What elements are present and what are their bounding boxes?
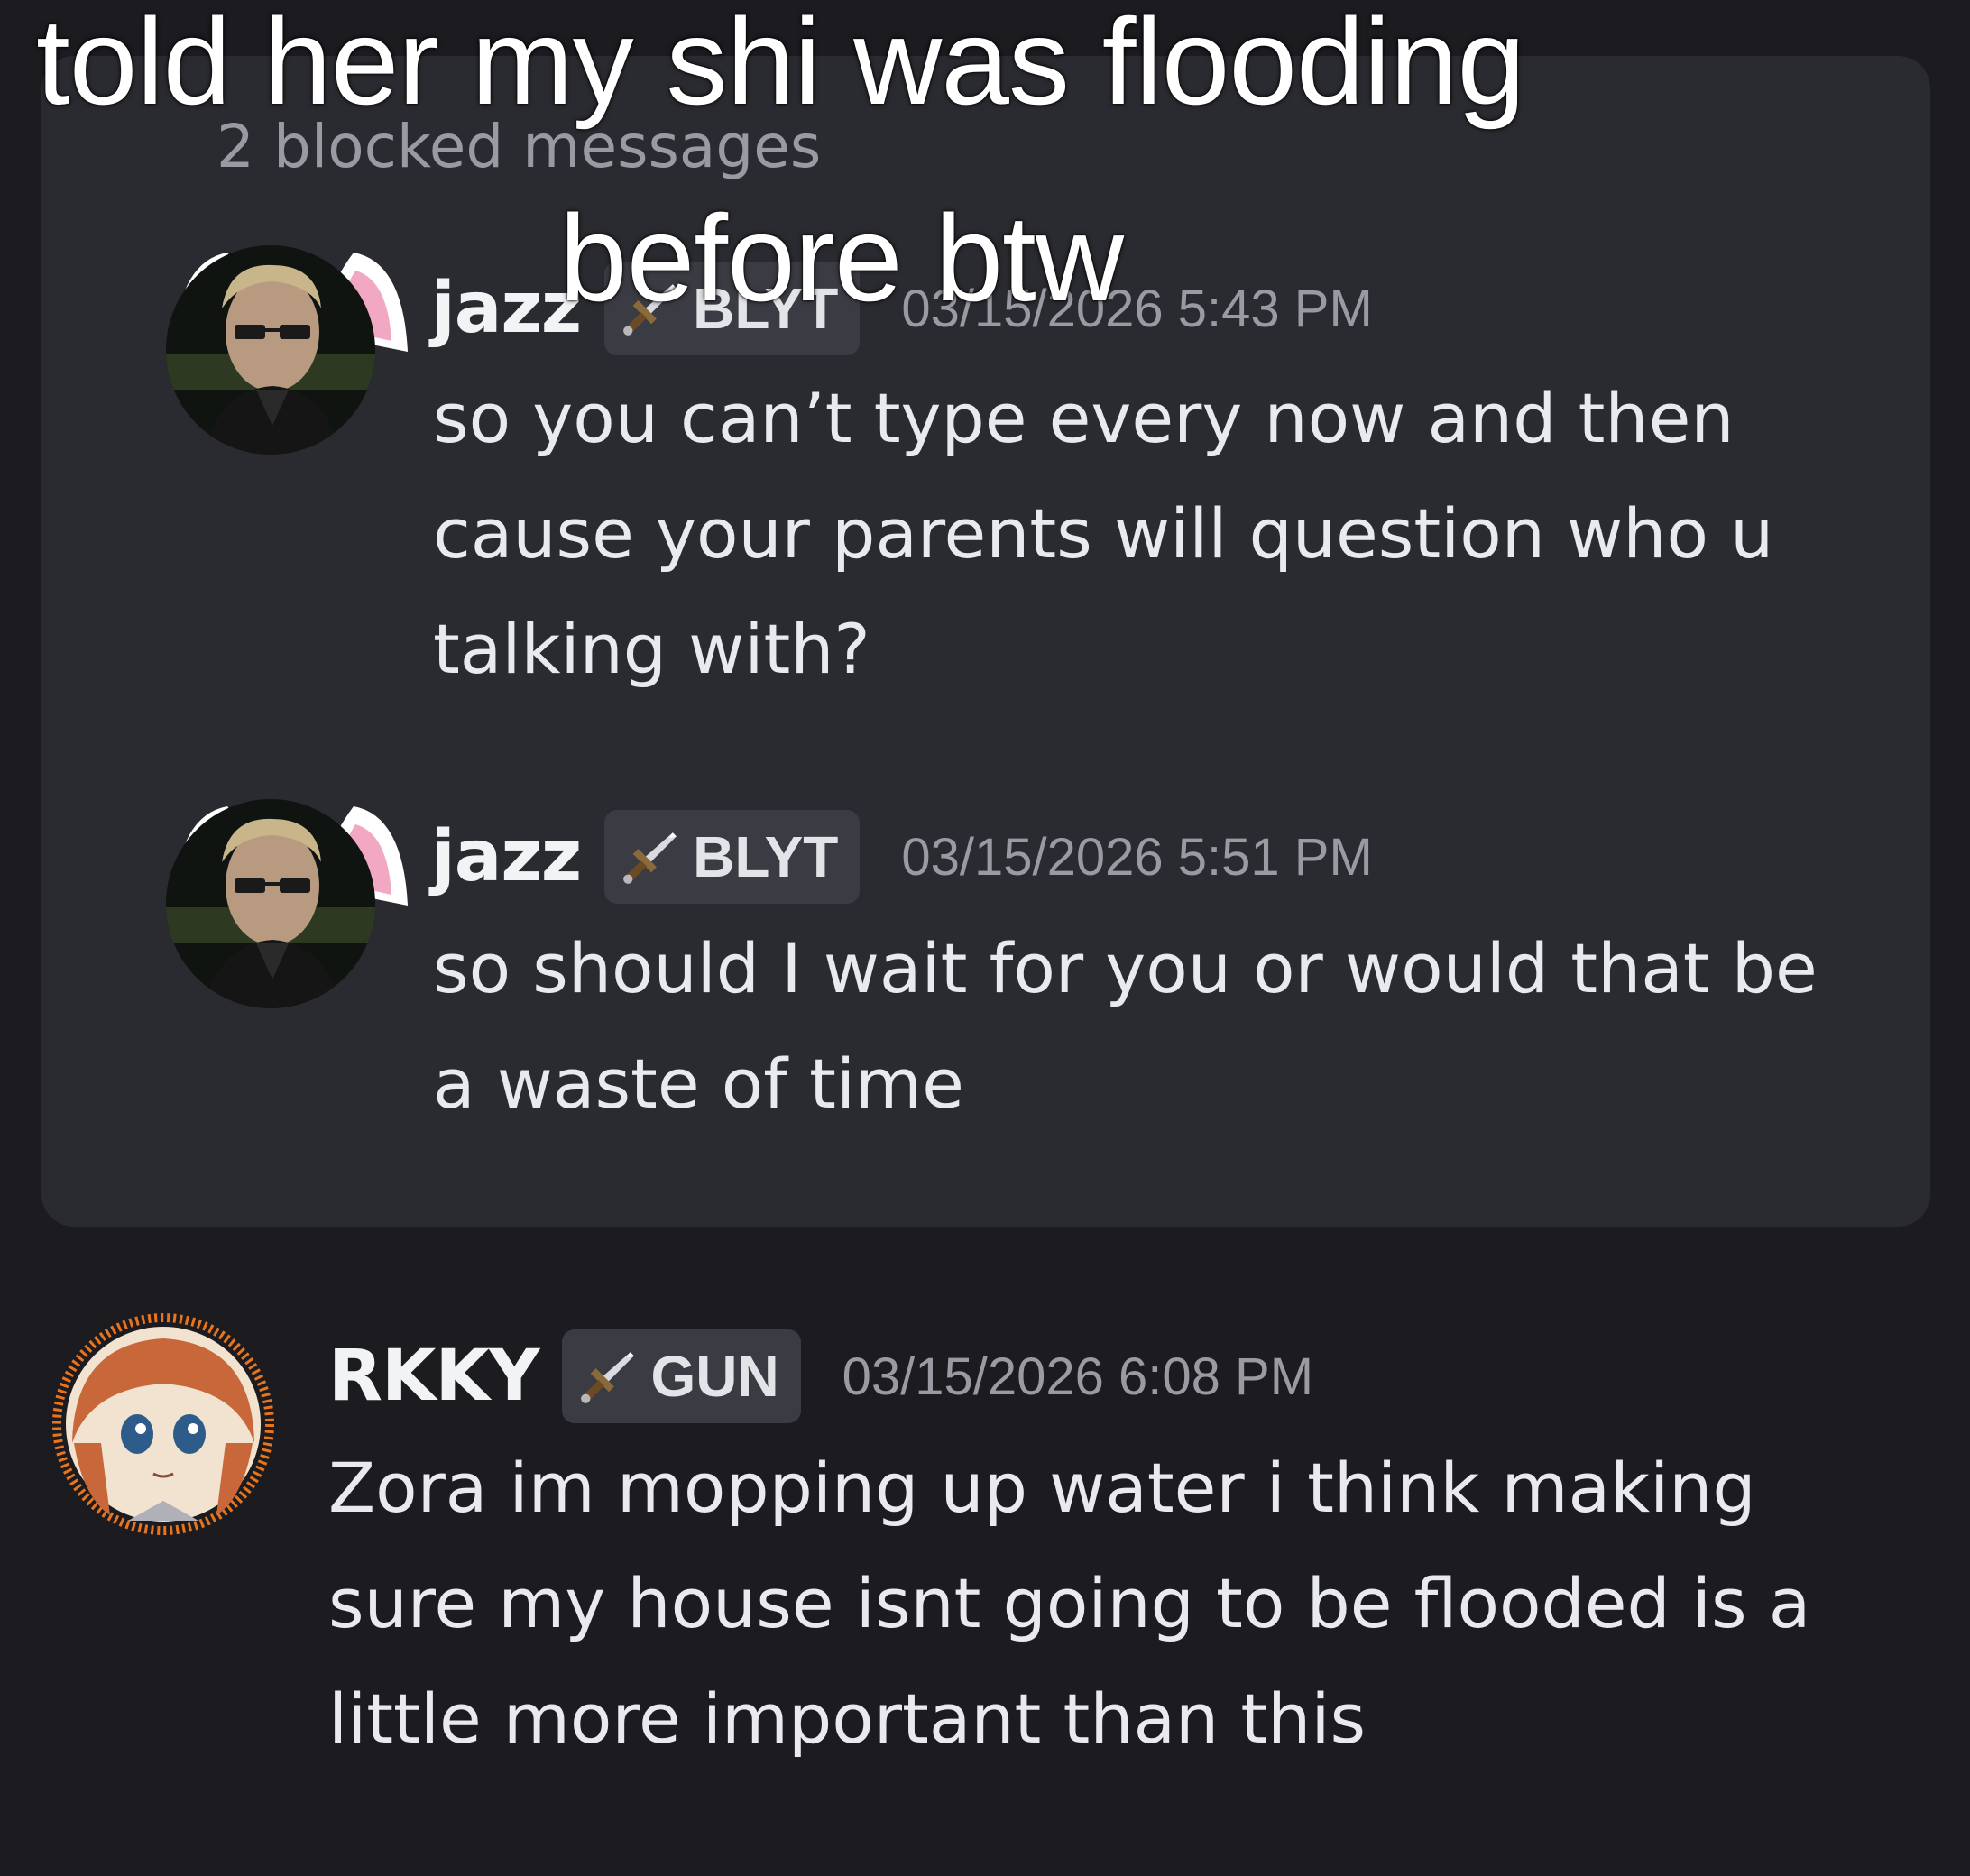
blocked-messages-toggle[interactable]: 2 blocked messages bbox=[216, 112, 821, 181]
avatar-rkky[interactable] bbox=[47, 1308, 280, 1540]
sword-icon bbox=[623, 832, 677, 884]
message-text: so should I wait for you or would that b… bbox=[433, 928, 1818, 1124]
guild-tag[interactable]: BLYT bbox=[604, 810, 861, 904]
avatar-jazz[interactable] bbox=[166, 799, 375, 1008]
message-header: jazz BLYT 03/15/2026 5:43 PM bbox=[431, 262, 1373, 355]
username[interactable]: RKKY bbox=[328, 1336, 539, 1417]
username[interactable]: jazz bbox=[431, 816, 582, 897]
message-text: so you can’t type every now and then cau… bbox=[433, 378, 1774, 689]
sword-icon bbox=[581, 1352, 635, 1403]
guild-tag[interactable]: BLYT bbox=[604, 262, 861, 355]
guild-tag-label: GUN bbox=[650, 1344, 779, 1409]
sword-icon bbox=[623, 284, 677, 336]
guild-tag-label: BLYT bbox=[693, 824, 839, 889]
username[interactable]: jazz bbox=[431, 268, 582, 349]
guild-tag-label: BLYT bbox=[693, 276, 839, 341]
message-header: RKKY GUN 03/15/2026 6:08 PM bbox=[328, 1329, 1313, 1423]
avatar-jazz[interactable] bbox=[166, 245, 375, 455]
guild-tag[interactable]: GUN bbox=[562, 1329, 801, 1423]
timestamp: 03/15/2026 6:08 PM bbox=[842, 1347, 1314, 1406]
timestamp: 03/15/2026 5:51 PM bbox=[901, 827, 1373, 887]
message-text: Zora im mopping up water i think making … bbox=[328, 1448, 1811, 1759]
message-header: jazz BLYT 03/15/2026 5:51 PM bbox=[431, 810, 1373, 904]
timestamp: 03/15/2026 5:43 PM bbox=[901, 279, 1373, 338]
